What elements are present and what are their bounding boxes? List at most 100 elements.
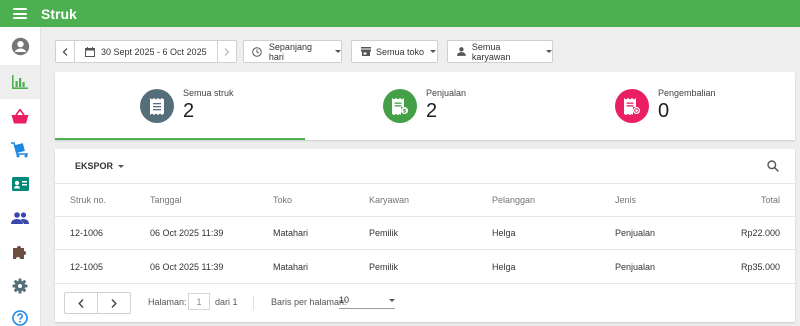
page-count-label: dari 1 bbox=[215, 297, 238, 307]
svg-text:$: $ bbox=[403, 108, 407, 114]
next-page-button[interactable] bbox=[98, 293, 130, 313]
pagination-arrows bbox=[64, 292, 131, 314]
search-icon bbox=[767, 160, 779, 172]
chevron-left-icon bbox=[78, 298, 84, 308]
time-filter-dropdown[interactable]: Sepanjang hari bbox=[243, 40, 342, 63]
sidebar-item-reports[interactable] bbox=[0, 65, 40, 99]
table-header-row: Struk no. Tanggal Toko Karyawan Pelangga… bbox=[55, 183, 795, 216]
store-icon bbox=[361, 47, 371, 56]
column-header[interactable]: Toko bbox=[273, 195, 292, 205]
menu-icon[interactable] bbox=[13, 8, 27, 19]
next-period-button[interactable] bbox=[217, 41, 236, 62]
rows-per-page-label: Baris per halaman: bbox=[271, 297, 347, 307]
cell-employee: Pemilik bbox=[369, 228, 399, 238]
column-header[interactable]: Total bbox=[761, 195, 780, 205]
summary-circle bbox=[140, 89, 174, 123]
sidebar bbox=[0, 27, 41, 326]
chevron-down-icon bbox=[335, 50, 341, 53]
receipts-table-card: EKSPOR Struk no. Tanggal Toko Karyawan P… bbox=[55, 149, 795, 322]
cell-date: 06 Oct 2025 11:39 bbox=[150, 262, 224, 272]
cell-store: Matahari bbox=[273, 262, 309, 272]
chevron-down-icon bbox=[389, 298, 395, 302]
cell-date: 06 Oct 2025 11:39 bbox=[150, 228, 224, 238]
summary-label: Pengembalian bbox=[658, 88, 716, 98]
cell-receipt-no: 12-1005 bbox=[70, 262, 104, 272]
rows-per-page-select[interactable]: 10 bbox=[339, 292, 395, 309]
cell-customer: Helga bbox=[492, 228, 516, 238]
summary-panel: Semua struk 2 $ Penjualan 2 Pengembalian… bbox=[55, 72, 795, 140]
date-range-picker[interactable]: 30 Sept 2025 - 6 Oct 2025 bbox=[55, 40, 237, 63]
chevron-right-icon bbox=[111, 298, 117, 308]
cell-store: Matahari bbox=[273, 228, 309, 238]
sidebar-item-items[interactable] bbox=[0, 99, 40, 133]
sidebar-item-inventory[interactable] bbox=[0, 133, 40, 167]
items-icon bbox=[11, 108, 29, 123]
chevron-down-icon bbox=[546, 50, 552, 53]
employee-filter-dropdown[interactable]: Semua karyawan bbox=[447, 40, 553, 63]
divider bbox=[253, 296, 254, 310]
previous-page-button[interactable] bbox=[65, 293, 98, 313]
cell-total: Rp35.000 bbox=[740, 262, 780, 272]
sidebar-item-customers[interactable] bbox=[0, 201, 40, 235]
table-row[interactable]: 12-1005 06 Oct 2025 11:39 Matahari Pemil… bbox=[55, 249, 795, 282]
summary-label: Penjualan bbox=[426, 88, 467, 98]
summary-value: 0 bbox=[658, 100, 670, 122]
cell-type: Penjualan bbox=[615, 228, 656, 238]
cell-employee: Pemilik bbox=[369, 262, 399, 272]
calendar-icon bbox=[85, 46, 95, 57]
cell-type: Penjualan bbox=[615, 262, 656, 272]
sidebar-item-help[interactable] bbox=[0, 301, 40, 326]
date-range-label: 30 Sept 2025 - 6 Oct 2025 bbox=[101, 46, 207, 57]
cell-receipt-no: 12-1006 bbox=[70, 228, 104, 238]
help-icon bbox=[12, 310, 28, 326]
column-header[interactable]: Jenis bbox=[615, 195, 636, 205]
refund-receipt-icon bbox=[624, 97, 640, 115]
store-filter-dropdown[interactable]: Semua toko bbox=[351, 40, 438, 63]
tab-all-receipts[interactable]: Semua struk 2 bbox=[140, 72, 300, 140]
integrations-icon bbox=[13, 246, 26, 259]
reports-icon bbox=[12, 75, 28, 89]
search-button[interactable] bbox=[767, 159, 779, 177]
chevron-down-icon bbox=[430, 50, 437, 53]
table-row[interactable]: 12-1006 06 Oct 2025 11:39 Matahari Pemil… bbox=[55, 216, 795, 249]
sidebar-item-integrations[interactable] bbox=[0, 235, 40, 269]
rows-per-page-value: 10 bbox=[339, 295, 350, 305]
chevron-down-icon bbox=[118, 164, 125, 168]
settings-icon bbox=[12, 278, 28, 294]
chevron-right-icon bbox=[224, 47, 230, 56]
previous-period-button[interactable] bbox=[56, 41, 75, 62]
top-app-bar: Struk bbox=[0, 0, 800, 27]
inventory-icon bbox=[11, 142, 28, 158]
sidebar-item-settings[interactable] bbox=[0, 269, 40, 303]
employee-filter-label: Semua karyawan bbox=[471, 41, 511, 62]
sales-receipt-icon: $ bbox=[392, 97, 408, 115]
sidebar-item-account[interactable] bbox=[0, 29, 40, 63]
tab-refunds[interactable]: Pengembalian 0 bbox=[615, 72, 785, 140]
export-label: EKSPOR bbox=[75, 161, 114, 171]
column-header[interactable]: Tanggal bbox=[150, 195, 182, 205]
page-title: Struk bbox=[41, 5, 77, 22]
employees-icon bbox=[11, 177, 29, 191]
receipt-icon bbox=[150, 97, 164, 115]
chevron-left-icon bbox=[62, 47, 68, 56]
summary-circle: $ bbox=[383, 89, 417, 123]
page-label: Halaman: bbox=[148, 297, 187, 307]
column-header[interactable]: Karyawan bbox=[369, 195, 409, 205]
column-header[interactable]: Struk no. bbox=[70, 195, 106, 205]
export-button[interactable]: EKSPOR bbox=[75, 161, 125, 171]
sidebar-item-employees[interactable] bbox=[0, 167, 40, 201]
time-filter-label: Sepanjang hari bbox=[268, 41, 312, 62]
cell-customer: Helga bbox=[492, 262, 516, 272]
account-icon bbox=[11, 37, 29, 55]
summary-circle bbox=[615, 89, 649, 123]
tab-sales[interactable]: $ Penjualan 2 bbox=[383, 72, 543, 140]
active-tab-indicator bbox=[55, 138, 305, 140]
customers-icon bbox=[11, 212, 29, 224]
store-filter-label: Semua toko bbox=[376, 46, 425, 57]
person-icon bbox=[457, 47, 466, 56]
page-number-input[interactable]: 1 bbox=[188, 293, 210, 310]
column-header[interactable]: Pelanggan bbox=[492, 195, 535, 205]
cell-total: Rp22.000 bbox=[740, 228, 780, 238]
summary-value: 2 bbox=[183, 100, 195, 122]
summary-value: 2 bbox=[426, 100, 438, 122]
